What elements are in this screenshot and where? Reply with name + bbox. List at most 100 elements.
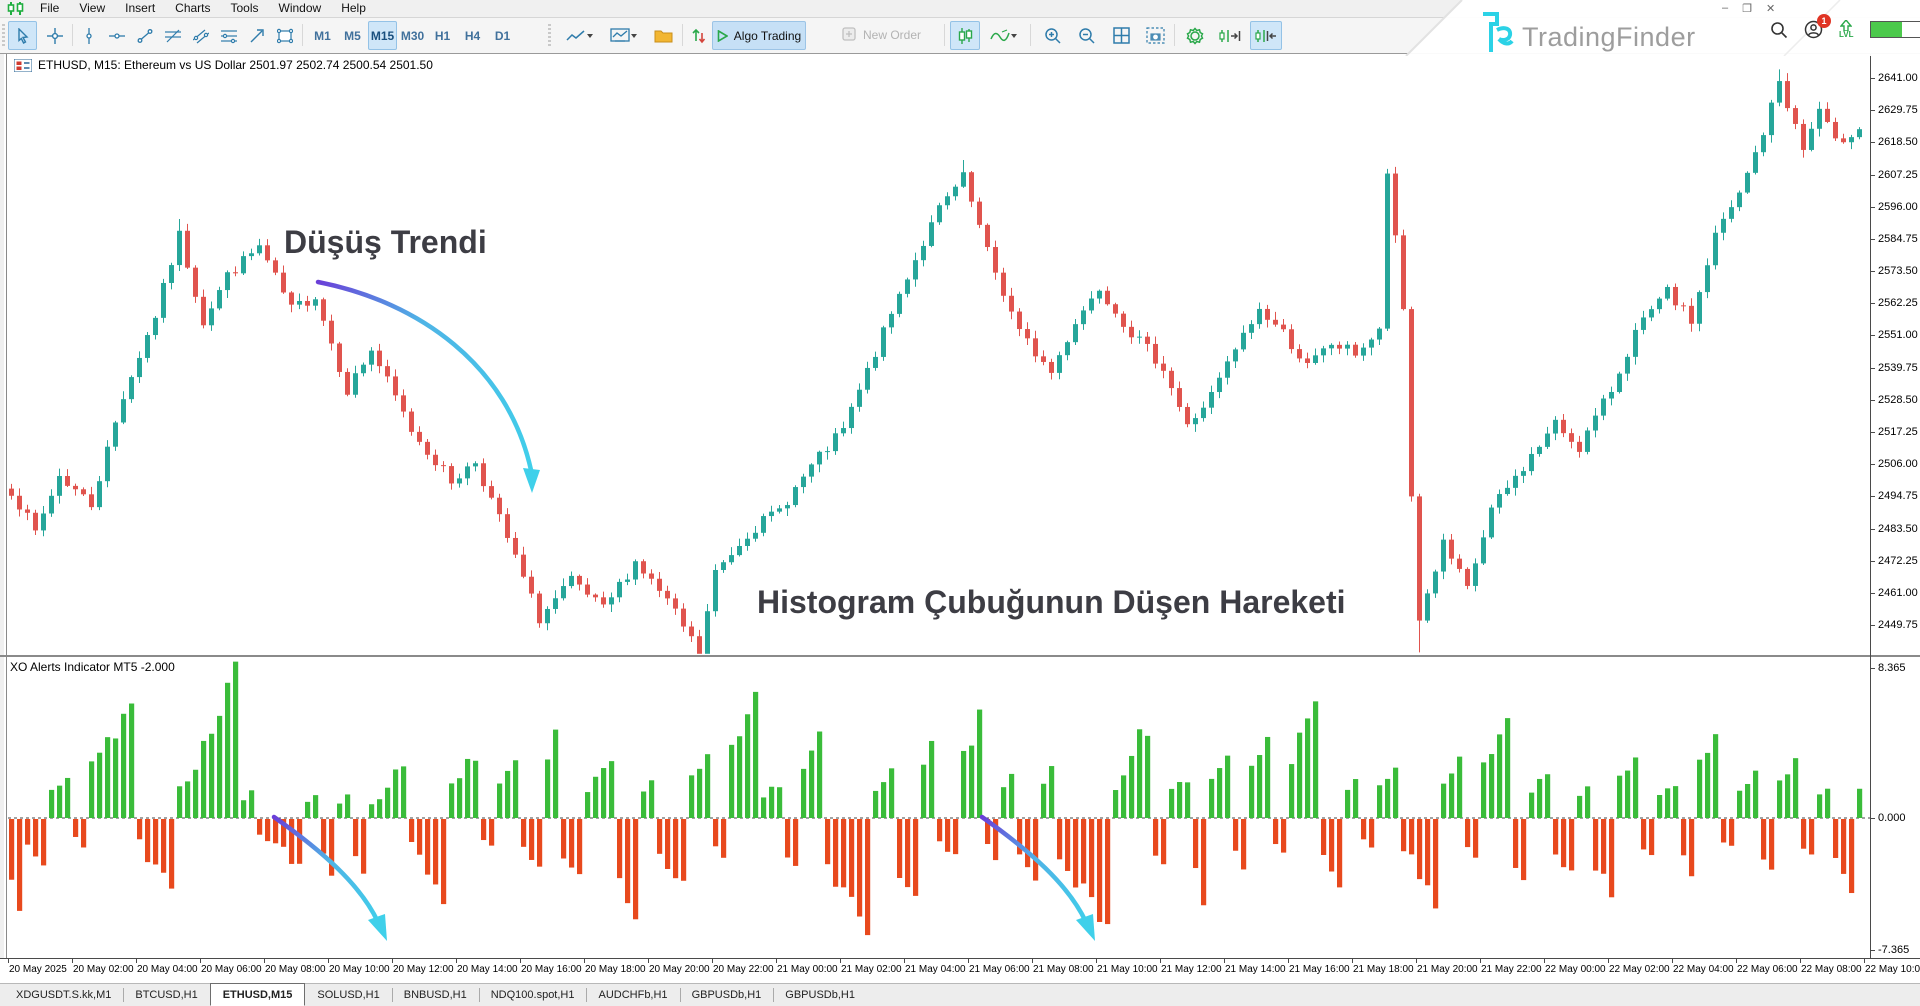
- tab-gbpusd-1[interactable]: GBPUSDb,H1: [680, 984, 774, 1006]
- tile-windows-button[interactable]: [1106, 21, 1136, 50]
- timeframe-h1-button[interactable]: H1: [428, 21, 457, 50]
- menu-help[interactable]: Help: [331, 0, 376, 17]
- timeframe-m15-button[interactable]: M15: [368, 21, 397, 50]
- price-axis-label: 2641.00: [1878, 72, 1918, 84]
- price-axis[interactable]: 2641.002629.752618.502607.252596.002584.…: [1870, 53, 1920, 958]
- chart-title: ETHUSD, M15: Ethereum vs US Dollar 2501.…: [14, 58, 433, 72]
- candlestick-mode-button[interactable]: [950, 21, 980, 50]
- arrow-tool-button[interactable]: [244, 21, 270, 50]
- tab-btcusd[interactable]: BTCUSD,H1: [123, 984, 209, 1006]
- panel-separator[interactable]: [0, 655, 1920, 657]
- tab-ndq100[interactable]: NDQ100.spot,H1: [479, 984, 587, 1006]
- indicator-window-button[interactable]: [604, 21, 644, 50]
- shapes-tool-button[interactable]: [272, 21, 298, 50]
- notification-badge: 1: [1817, 14, 1831, 28]
- bid-ask-arrows-button[interactable]: [686, 21, 712, 50]
- tradingfinder-logo-icon: [1480, 10, 1514, 54]
- time-axis-label: 20 May 08:00: [265, 964, 326, 975]
- menu-tools[interactable]: Tools: [221, 0, 269, 17]
- algo-trading-button[interactable]: Algo Trading: [712, 21, 806, 50]
- restore-button[interactable]: ❐: [1742, 2, 1752, 15]
- time-axis-tick: [456, 959, 457, 963]
- tab-audchf[interactable]: AUDCHFb,H1: [586, 984, 679, 1006]
- progress-bar: [1870, 21, 1920, 38]
- tab-bnbusd[interactable]: BNBUSD,H1: [392, 984, 479, 1006]
- toolbar-separator: [1174, 24, 1175, 46]
- price-axis-label: 2506.00: [1878, 458, 1918, 470]
- close-button[interactable]: ✕: [1766, 2, 1775, 15]
- time-axis-label: 21 May 10:00: [1097, 964, 1158, 975]
- timeframe-m30-button[interactable]: M30: [398, 21, 427, 50]
- zoom-in-button[interactable]: [1038, 21, 1068, 50]
- tab-xdgusdt[interactable]: XDGUSDT.S.kk,M1: [4, 984, 123, 1006]
- indicators-list-button[interactable]: [984, 21, 1024, 50]
- timeframe-h4-button[interactable]: H4: [458, 21, 487, 50]
- minimize-button[interactable]: –: [1722, 2, 1728, 15]
- time-axis-label: 20 May 02:00: [73, 964, 134, 975]
- profiles-folder-button[interactable]: [648, 21, 678, 50]
- screenshot-button[interactable]: [1140, 21, 1170, 50]
- horizontal-line-tool-button[interactable]: [104, 21, 130, 50]
- price-axis-label: 2596.00: [1878, 201, 1918, 213]
- time-axis-tick: [200, 959, 201, 963]
- toolbar-separator: [302, 24, 303, 46]
- time-axis-border: [0, 958, 1920, 959]
- settings-gear-button[interactable]: [1180, 21, 1210, 50]
- chart-title-text: ETHUSD, M15: Ethereum vs US Dollar 2501.…: [38, 58, 433, 72]
- toolbar-drag-handle[interactable]: [548, 24, 551, 46]
- time-axis-tick: [1864, 959, 1865, 963]
- indicator-histogram-canvas[interactable]: [8, 657, 1870, 958]
- menu-insert[interactable]: Insert: [115, 0, 165, 17]
- time-axis-label: 20 May 16:00: [521, 964, 582, 975]
- crosshair-tool-button[interactable]: [40, 21, 69, 50]
- price-axis-label: 2494.75: [1878, 490, 1918, 502]
- search-icon[interactable]: [1770, 21, 1788, 39]
- tab-gbpusd-2[interactable]: GBPUSDb,H1: [773, 984, 867, 1006]
- chart-type-button[interactable]: [560, 21, 600, 50]
- time-axis-label: 21 May 06:00: [969, 964, 1030, 975]
- system-icons: 1 LVL: [1770, 20, 1920, 39]
- menu-charts[interactable]: Charts: [165, 0, 220, 17]
- cursor-tool-button[interactable]: [8, 21, 37, 50]
- time-axis-label: 22 May 08:00: [1801, 964, 1862, 975]
- time-axis[interactable]: 20 May 202520 May 02:0020 May 04:0020 Ma…: [0, 959, 1920, 983]
- time-axis-label: 21 May 08:00: [1033, 964, 1094, 975]
- time-axis-tick: [840, 959, 841, 963]
- chart-left-gutter: [0, 54, 7, 982]
- vertical-line-tool-button[interactable]: [76, 21, 102, 50]
- time-axis-tick: [648, 959, 649, 963]
- zoom-out-button[interactable]: [1072, 21, 1102, 50]
- menu-view[interactable]: View: [69, 0, 115, 17]
- auto-scroll-button[interactable]: [1250, 21, 1282, 50]
- time-axis-tick: [1416, 959, 1417, 963]
- time-axis-label: 20 May 10:00: [329, 964, 390, 975]
- window-controls: – ❐ ✕: [1722, 2, 1775, 15]
- tab-solusd[interactable]: SOLUSD,H1: [305, 984, 391, 1006]
- time-axis-label: 21 May 20:00: [1417, 964, 1478, 975]
- chart-tab-bar: XDGUSDT.S.kk,M1 BTCUSD,H1 ETHUSD,M15 SOL…: [0, 983, 1920, 1006]
- timeframe-m5-button[interactable]: M5: [338, 21, 367, 50]
- new-order-button[interactable]: New Order: [842, 21, 934, 48]
- timeframe-m1-button[interactable]: M1: [308, 21, 337, 50]
- toolbar-separator: [682, 24, 683, 46]
- annotation-downtrend: Düşüş Trendi: [284, 224, 487, 261]
- chart-title-icon: [14, 59, 32, 72]
- fibonacci-tool-button[interactable]: [160, 21, 186, 50]
- profile-icon[interactable]: 1: [1804, 20, 1823, 39]
- chart-shift-button[interactable]: [1214, 21, 1246, 50]
- tab-ethusd[interactable]: ETHUSD,M15: [210, 983, 306, 1006]
- time-axis-label: 21 May 04:00: [905, 964, 966, 975]
- trendline-tool-button[interactable]: [132, 21, 158, 50]
- price-chart-canvas[interactable]: [8, 54, 1870, 655]
- toolbar-drag-handle[interactable]: [2, 24, 5, 46]
- indicator-axis-label: -7.365: [1878, 944, 1909, 956]
- price-axis-label: 2449.75: [1878, 619, 1918, 631]
- menu-window[interactable]: Window: [269, 0, 332, 17]
- channel-tool-button[interactable]: [188, 21, 214, 50]
- time-axis-tick: [584, 959, 585, 963]
- new-order-icon: [842, 27, 857, 42]
- menu-file[interactable]: File: [30, 0, 69, 17]
- equidistant-lines-tool-button[interactable]: [216, 21, 242, 50]
- new-order-label: New Order: [863, 28, 921, 42]
- timeframe-d1-button[interactable]: D1: [488, 21, 517, 50]
